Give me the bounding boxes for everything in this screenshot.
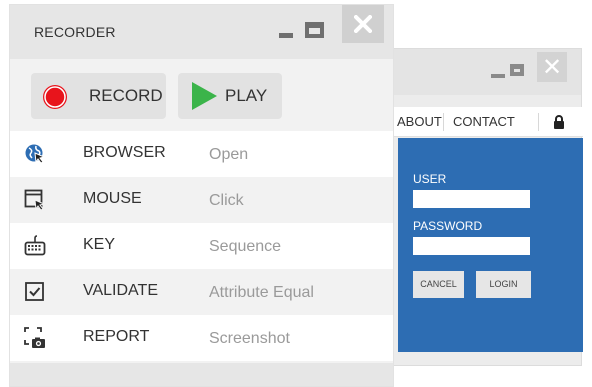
lock-icon[interactable] <box>553 115 565 129</box>
recorder-toolbar: RECORD PLAY <box>10 59 393 131</box>
nav-contact-link[interactable]: CONTACT <box>453 107 515 137</box>
action-name: REPORT <box>83 328 150 345</box>
close-icon[interactable]: ✕ <box>537 52 567 82</box>
maximize-icon[interactable] <box>305 22 324 38</box>
user-field[interactable] <box>413 190 530 208</box>
minimize-icon[interactable] <box>279 33 293 38</box>
action-name: BROWSER <box>83 144 166 161</box>
checkbox-icon <box>25 282 44 301</box>
window-title: RECORDER <box>34 24 116 40</box>
action-name: MOUSE <box>83 190 142 207</box>
nav-about-link[interactable]: ABOUT <box>397 107 442 137</box>
login-panel: USER PASSWORD CANCEL LOGIN <box>398 138 583 352</box>
mouse-window-icon <box>24 189 46 211</box>
password-field[interactable] <box>413 237 530 255</box>
recorder-titlebar[interactable]: RECORDER <box>10 5 393 59</box>
record-button[interactable]: RECORD <box>31 73 166 119</box>
close-button[interactable] <box>342 5 384 43</box>
recorder-footer <box>10 363 393 386</box>
recorder-window: RECORDER RECORD PLAY BROWSER Open MOUSE … <box>10 5 393 386</box>
maximize-icon[interactable] <box>510 64 524 76</box>
list-item-browser[interactable]: BROWSER Open <box>10 131 393 177</box>
site-nav: ABOUT CONTACT <box>373 107 583 137</box>
action-value: Sequence <box>209 238 282 255</box>
play-label: PLAY <box>225 86 268 105</box>
user-label: USER <box>413 172 447 186</box>
action-value: Screenshot <box>209 330 290 347</box>
nav-divider <box>538 113 539 131</box>
nav-divider <box>443 113 444 131</box>
cancel-button[interactable]: CANCEL <box>413 271 464 298</box>
password-label: PASSWORD <box>413 219 483 233</box>
globe-cursor-icon <box>25 144 46 164</box>
record-label: RECORD <box>89 86 163 105</box>
background-titlebar: ✕ <box>373 49 581 95</box>
minimize-icon[interactable] <box>491 74 505 78</box>
list-item-report[interactable]: REPORT Screenshot <box>10 315 393 361</box>
keyboard-icon <box>24 235 46 256</box>
action-value: Open <box>209 146 249 163</box>
play-icon <box>192 82 217 110</box>
background-browser-window: ✕ ABOUT CONTACT USER PASSWORD CANCEL LOG… <box>372 48 583 366</box>
close-icon <box>354 15 372 33</box>
list-item-validate[interactable]: VALIDATE Attribute Equal <box>10 269 393 315</box>
play-button[interactable]: PLAY <box>178 73 282 119</box>
action-value: Attribute Equal <box>209 284 314 301</box>
login-button[interactable]: LOGIN <box>476 271 531 298</box>
list-item-key[interactable]: KEY Sequence <box>10 223 393 269</box>
action-name: KEY <box>83 236 116 253</box>
screenshot-camera-icon <box>24 327 45 348</box>
action-name: VALIDATE <box>83 282 158 299</box>
record-icon <box>43 85 67 109</box>
list-item-mouse[interactable]: MOUSE Click <box>10 177 393 223</box>
action-value: Click <box>209 192 244 209</box>
